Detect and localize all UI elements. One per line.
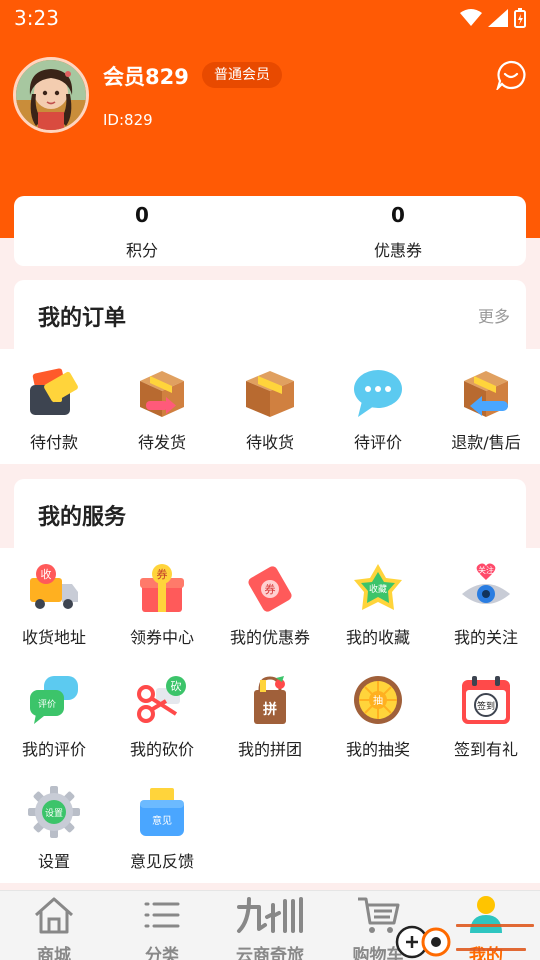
avatar[interactable] [13, 57, 89, 133]
service-following[interactable]: 关注 我的关注 [432, 562, 540, 648]
svg-text:设置: 设置 [45, 808, 63, 819]
order-item-refund[interactable]: 退款/售后 [432, 367, 540, 453]
scissors-icon: 砍 [137, 676, 186, 723]
services-title: 我的服务 [38, 505, 127, 530]
tab-category[interactable]: 分类 [108, 891, 216, 960]
service-label: 领券中心 [129, 628, 194, 647]
tab-label: 商城 [37, 946, 71, 960]
orders-section: 待付款 待发货 待收货 待评价 退款/售后 [0, 349, 540, 464]
watermark-logo [395, 924, 534, 959]
service-label: 我的收藏 [345, 628, 410, 647]
svg-text:拼: 拼 [263, 701, 277, 718]
delivery-truck-icon: 收 [30, 564, 78, 609]
svg-text:收: 收 [41, 567, 52, 581]
status-time: 3:23 [14, 6, 59, 30]
service-label: 收货地址 [21, 628, 86, 647]
box-return-icon [464, 371, 508, 417]
orders-title: 我的订单 [38, 306, 127, 331]
service-label: 意见反馈 [129, 852, 194, 871]
service-lottery[interactable]: 抽 我的抽奖 [324, 674, 432, 760]
coupon-stat[interactable]: 0 优惠券 [270, 196, 526, 266]
home-icon [35, 897, 73, 934]
box-send-icon [140, 371, 184, 417]
order-item-label: 待评价 [353, 433, 402, 452]
points-label: 积分 [125, 241, 158, 260]
service-feedback[interactable]: 意见 意见反馈 [108, 786, 216, 872]
svg-text:签到: 签到 [477, 700, 495, 712]
service-address[interactable]: 收 收货地址 [0, 562, 108, 648]
service-label: 设置 [37, 852, 70, 871]
service-coupon-center[interactable]: 券 领券中心 [108, 562, 216, 648]
points-card: 0 积分 0 优惠券 [14, 196, 526, 266]
service-favorites[interactable]: 收藏 我的收藏 [324, 562, 432, 648]
svg-text:抽: 抽 [373, 694, 383, 707]
message-icon[interactable] [496, 60, 526, 90]
feedback-icon: 意见 [140, 788, 184, 836]
order-item-label: 退款/售后 [451, 433, 521, 452]
chat-bubble-icon [354, 370, 402, 417]
review-icon: 评价 [30, 676, 78, 724]
lottery-icon: 抽 [354, 676, 402, 724]
svg-text:意见: 意见 [152, 814, 172, 827]
service-label: 我的砍价 [129, 740, 194, 759]
list-icon [144, 902, 180, 928]
gift-coupon-icon: 券 [140, 564, 184, 612]
services-section: 收 收货地址 券 领券中心 券 我的优惠券 收藏 我的收藏 关注 我的关注 评价… [0, 548, 540, 883]
service-label: 我的抽奖 [345, 740, 410, 759]
tab-label: 分类 [145, 946, 179, 960]
service-label: 我的评价 [21, 740, 86, 759]
order-item-to-review[interactable]: 待评价 [324, 367, 432, 453]
orders-section-header: 我的订单 更多 [14, 280, 526, 350]
services-section-header: 我的服务 [14, 479, 526, 549]
svg-text:收藏: 收藏 [369, 583, 387, 595]
wifi-icon [460, 9, 482, 26]
order-item-label: 待发货 [137, 433, 186, 452]
points-stat[interactable]: 0 积分 [14, 196, 270, 266]
eye-follow-icon: 关注 [462, 563, 510, 604]
tab-mall[interactable]: 商城 [0, 891, 108, 960]
group-buy-icon: 拼 [254, 676, 286, 724]
favorite-icon: 收藏 [354, 564, 402, 610]
coupon-value: 0 [391, 203, 405, 227]
service-label: 我的关注 [453, 628, 518, 647]
service-group-buy[interactable]: 拼 我的拼团 [216, 674, 324, 760]
service-label: 我的拼团 [237, 740, 302, 759]
service-reviews[interactable]: 评价 我的评价 [0, 674, 108, 760]
member-level-badge: 普通会员 [202, 62, 282, 88]
box-icon [246, 371, 294, 417]
ticket-icon: 券 [248, 566, 292, 612]
order-item-label: 待收货 [245, 433, 294, 452]
order-item-label: 待付款 [29, 433, 78, 452]
calendar-checkin-icon: 签到 [462, 676, 510, 724]
battery-icon [514, 8, 526, 28]
svg-text:券: 券 [157, 567, 168, 581]
order-item-pending-payment[interactable]: 待付款 [0, 367, 108, 453]
status-bar: 3:23 [0, 0, 540, 36]
order-item-to-ship[interactable]: 待发货 [108, 367, 216, 453]
tab-label: 云商奇旅 [236, 946, 304, 960]
svg-text:评价: 评价 [38, 699, 56, 710]
service-my-coupons[interactable]: 券 我的优惠券 [216, 562, 324, 648]
service-label: 我的优惠券 [229, 628, 310, 647]
status-icons [460, 8, 526, 28]
signal-icon [488, 9, 508, 27]
wallet-icon [30, 368, 78, 415]
service-label: 签到有礼 [453, 740, 518, 759]
service-settings[interactable]: 设置 设置 [0, 786, 108, 872]
user-id: ID:829 [103, 111, 153, 129]
username: 会员829 [103, 65, 189, 89]
service-checkin[interactable]: 签到 签到有礼 [432, 674, 540, 760]
settings-gear-icon: 设置 [28, 786, 80, 838]
tab-jiuzhou[interactable]: 云商奇旅 [216, 891, 324, 960]
orders-more-link[interactable]: 更多 [478, 303, 510, 327]
order-item-to-receive[interactable]: 待收货 [216, 367, 324, 453]
svg-text:券: 券 [265, 582, 276, 596]
coupon-label: 优惠券 [373, 241, 422, 260]
jiuzhou-logo-icon [237, 897, 303, 933]
svg-text:砍: 砍 [171, 679, 182, 693]
points-value: 0 [135, 203, 149, 227]
service-bargain[interactable]: 砍 我的砍价 [108, 674, 216, 760]
svg-text:关注: 关注 [478, 565, 494, 575]
